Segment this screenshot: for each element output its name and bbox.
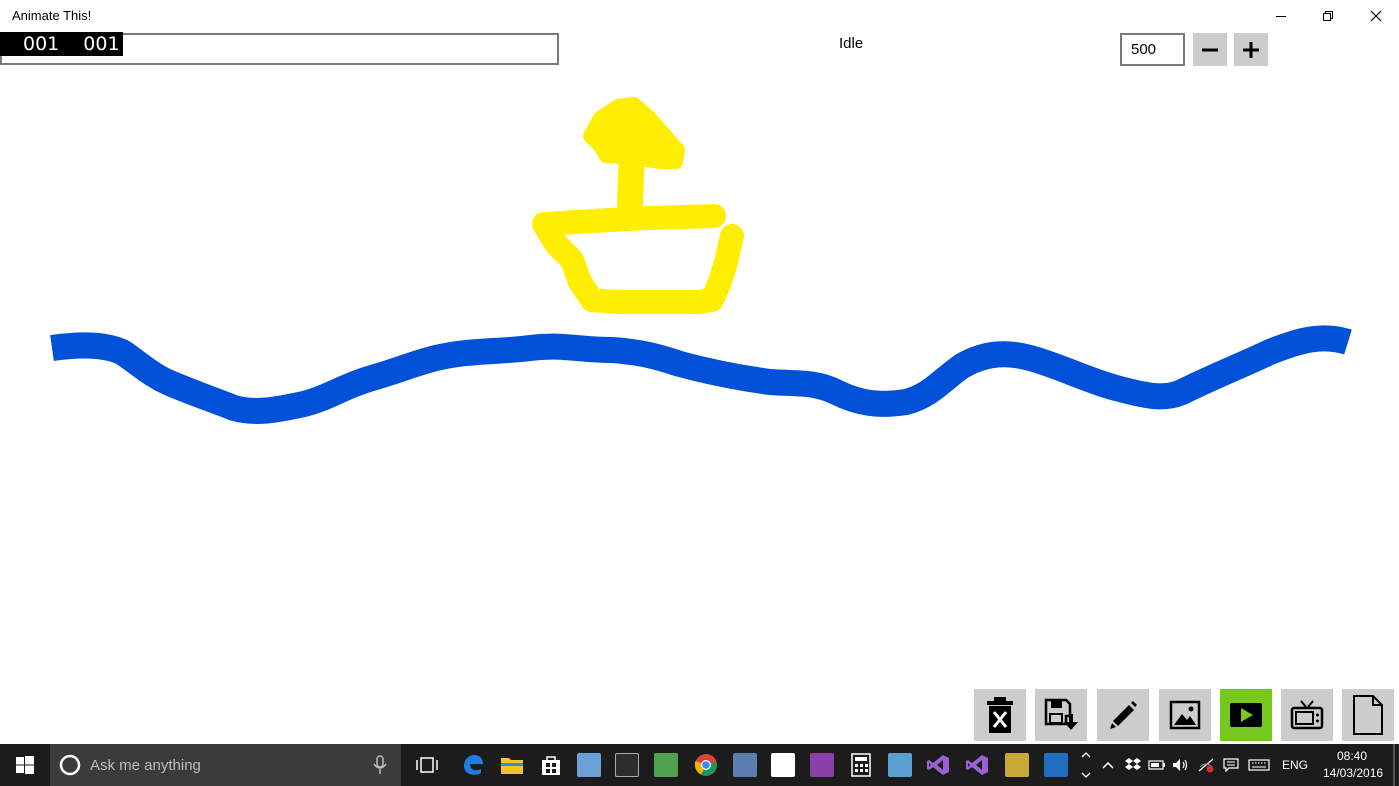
- network-app-icon[interactable]: [577, 753, 601, 777]
- onenote-icon[interactable]: [810, 753, 834, 777]
- show-hidden-icons-button[interactable]: [1098, 744, 1118, 786]
- window-title: Animate This!: [12, 8, 92, 23]
- vnc-icon[interactable]: [771, 753, 795, 777]
- chrome-app[interactable]: [690, 744, 722, 786]
- minus-icon: [1202, 48, 1218, 51]
- folder-icon: [501, 758, 523, 774]
- task-view-icon: [416, 757, 438, 773]
- store-app[interactable]: [535, 744, 567, 786]
- notification-icon: [1223, 758, 1239, 772]
- delete-icon: [987, 697, 1013, 733]
- background-image-button[interactable]: [1159, 689, 1211, 741]
- action-center-tray[interactable]: [1220, 744, 1242, 786]
- calculator-app[interactable]: [845, 744, 877, 786]
- status-label: Idle: [839, 35, 864, 52]
- minimize-icon: [1276, 16, 1286, 17]
- wifi-off-icon: [1198, 758, 1214, 773]
- store-icon: [542, 756, 560, 775]
- plus-icon: [1243, 41, 1259, 58]
- clock-time[interactable]: 08:40: [1337, 749, 1367, 763]
- play-icon: [1230, 703, 1262, 727]
- chart-app-icon[interactable]: [654, 753, 678, 777]
- volume-icon: [1173, 759, 1188, 771]
- clock-date[interactable]: 14/03/2016: [1323, 766, 1383, 780]
- minimize-button[interactable]: [1258, 0, 1304, 32]
- cortana-icon: [59, 754, 81, 776]
- title-bar: Animate This!: [0, 0, 1399, 32]
- chevron-up-icon: [1102, 761, 1114, 769]
- delete-frame-button[interactable]: [974, 689, 1026, 741]
- draw-button[interactable]: [1097, 689, 1149, 741]
- close-button[interactable]: [1353, 0, 1399, 32]
- boat-hull: [532, 204, 744, 314]
- file-explorer-app[interactable]: [496, 744, 528, 786]
- restore-button[interactable]: [1305, 0, 1351, 32]
- restore-icon: [1323, 11, 1333, 21]
- terminal-icon[interactable]: [615, 753, 639, 777]
- save-button[interactable]: [1035, 689, 1087, 741]
- language-indicator[interactable]: ENG: [1282, 758, 1308, 772]
- outlook-icon[interactable]: [1044, 753, 1068, 777]
- close-icon: [1370, 10, 1382, 22]
- task-view-button[interactable]: [410, 744, 444, 786]
- windows-icon: [16, 756, 34, 774]
- pencil-icon: [1110, 701, 1137, 729]
- visual-studio-app[interactable]: [922, 744, 954, 786]
- tools-app-icon[interactable]: [1005, 753, 1029, 777]
- search-box[interactable]: Ask me anything: [50, 744, 401, 786]
- boat-mast: [617, 137, 645, 217]
- maps-app-icon[interactable]: [888, 753, 912, 777]
- taskbar-scroll[interactable]: [1077, 744, 1095, 786]
- drawing-canvas[interactable]: [0, 68, 1399, 688]
- edge-icon: [464, 755, 483, 775]
- new-frame-button[interactable]: [1342, 689, 1394, 741]
- dropbox-tray[interactable]: [1122, 744, 1144, 786]
- taskbar: Ask me anything ENG 08:40 14/03/2016: [0, 744, 1399, 786]
- decrease-speed-button[interactable]: [1193, 33, 1227, 66]
- present-button[interactable]: [1281, 689, 1333, 741]
- play-button[interactable]: [1220, 689, 1272, 741]
- speed-input[interactable]: 500: [1120, 33, 1185, 66]
- current-frame: 001: [23, 33, 60, 55]
- battery-icon: [1148, 760, 1165, 770]
- remote-desktop-icon[interactable]: [733, 753, 757, 777]
- sea-wave: [50, 325, 1352, 424]
- total-frames: 001: [83, 33, 120, 55]
- dropbox-icon: [1125, 758, 1141, 770]
- show-desktop-button[interactable]: [1393, 744, 1395, 786]
- battery-tray[interactable]: [1146, 744, 1168, 786]
- visual-studio-icon: [927, 755, 949, 775]
- keyboard-tray[interactable]: [1246, 744, 1272, 786]
- tv-icon: [1290, 700, 1324, 730]
- image-icon: [1169, 700, 1201, 730]
- microphone-icon[interactable]: [373, 755, 387, 775]
- visual-studio-icon: [966, 755, 988, 775]
- calculator-icon: [851, 753, 871, 777]
- keyboard-icon: [1248, 759, 1270, 771]
- page-icon: [1353, 695, 1383, 735]
- search-placeholder: Ask me anything: [90, 756, 201, 774]
- chevron-up-down-icon: [1081, 752, 1091, 778]
- increase-speed-button[interactable]: [1234, 33, 1268, 66]
- edge-app[interactable]: [457, 744, 489, 786]
- frame-counter: 001 001: [0, 32, 123, 56]
- volume-tray[interactable]: [1170, 744, 1192, 786]
- chrome-icon: [694, 754, 717, 776]
- save-icon: [1044, 698, 1078, 730]
- visual-studio-2-app[interactable]: [961, 744, 993, 786]
- network-tray[interactable]: [1194, 744, 1218, 786]
- start-button[interactable]: [0, 744, 50, 786]
